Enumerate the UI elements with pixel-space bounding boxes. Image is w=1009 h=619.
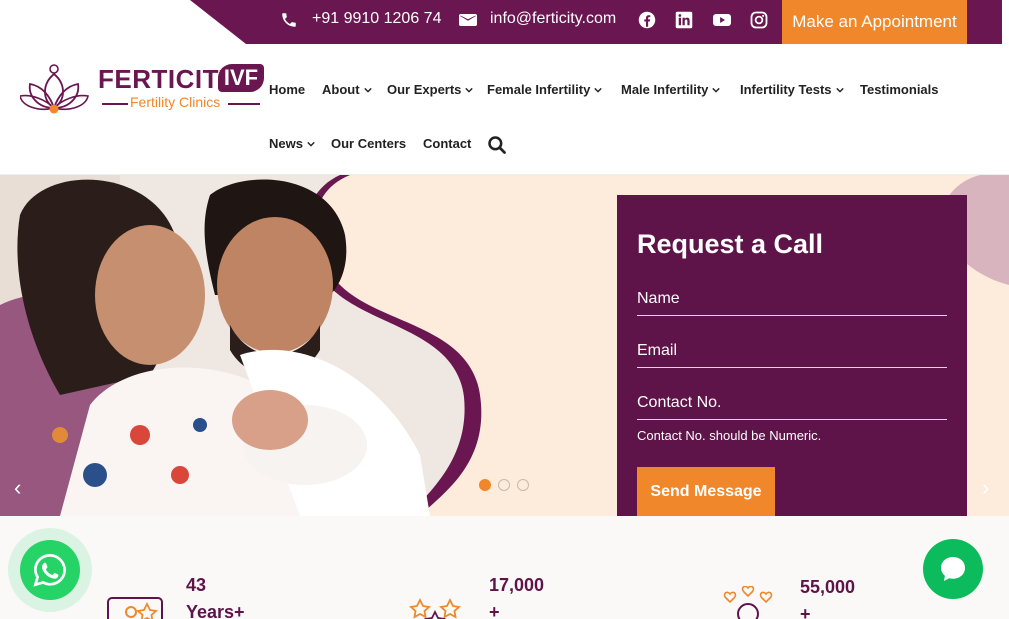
logo-divider (228, 103, 260, 105)
stat-suffix-2: + (489, 602, 500, 619)
nav-testimonials[interactable]: Testimonials (860, 82, 939, 97)
slider-dot-1[interactable] (479, 479, 491, 491)
nav-label: News (269, 136, 303, 151)
instagram-icon[interactable] (750, 11, 768, 29)
linkedin-icon[interactable] (675, 11, 693, 29)
stat-suffix-3: + (800, 604, 811, 619)
happy-families-icon (723, 586, 773, 619)
nav-label: Our Centers (331, 136, 407, 151)
experience-icon (107, 597, 163, 619)
whatsapp-button[interactable] (20, 540, 80, 600)
family-photo (0, 175, 482, 516)
chat-bubble-icon (941, 557, 965, 581)
nav-label: Male Infertility (621, 82, 709, 97)
contact-field[interactable] (637, 386, 947, 420)
name-field[interactable] (637, 282, 947, 316)
email-icon (459, 14, 477, 26)
slider-dot-3[interactable] (517, 479, 529, 491)
stat-number-2: 17,000 (489, 575, 545, 595)
nav-our-centers[interactable]: Our Centers (331, 136, 406, 151)
lotus-logo-icon (20, 64, 89, 114)
whatsapp-icon (33, 554, 66, 587)
rating-stars-icon (408, 597, 462, 619)
stat-suffix-1: Years+ (186, 602, 245, 619)
slider-dots (479, 479, 529, 491)
nav-our-experts[interactable]: Our Experts (387, 82, 474, 97)
chevron-down-icon (594, 87, 603, 93)
request-call-form: Request a Call Contact No. should be Num… (617, 195, 967, 536)
chevron-down-icon (712, 87, 721, 93)
nav-news[interactable]: News (269, 136, 315, 151)
stat-number-3: 55,000 (800, 577, 856, 597)
make-appointment-button[interactable]: Make an Appointment (782, 0, 967, 44)
nav-label: Infertility Tests (740, 82, 832, 97)
nav-male-infertility[interactable]: Male Infertility (621, 82, 721, 97)
contact-validation-note: Contact No. should be Numeric. (637, 428, 822, 443)
nav-label: Testimonials (860, 82, 939, 97)
chevron-down-icon (363, 87, 372, 93)
logo-ivf-badge: IVF (218, 64, 264, 92)
page: +91 9910 1206 74 info@ferticity.com Make… (0, 0, 1009, 619)
nav-contact[interactable]: Contact (423, 136, 471, 151)
search-icon[interactable] (487, 135, 507, 155)
stats-section: 43 Years+ 17,000 + 55,000 + (0, 516, 1009, 619)
youtube-icon[interactable] (712, 11, 732, 29)
facebook-icon[interactable] (638, 11, 656, 29)
nav-label: Female Infertility (487, 82, 591, 97)
nav-infertility-tests[interactable]: Infertility Tests (740, 82, 844, 97)
slider-dot-2[interactable] (498, 479, 510, 491)
logo[interactable]: FERTICITY IVF Fertility Clinics (20, 60, 265, 116)
logo-divider (102, 103, 128, 105)
nav-label: Home (269, 82, 306, 97)
stat-number-1: 43 (186, 575, 207, 595)
nav-label: Our Experts (387, 82, 462, 97)
nav-female-infertility[interactable]: Female Infertility (487, 82, 603, 97)
chevron-down-icon (307, 141, 315, 147)
form-title: Request a Call (637, 229, 824, 259)
phone-icon (282, 13, 296, 27)
nav-label: About (322, 82, 360, 97)
topbar-phone[interactable]: +91 9910 1206 74 (312, 10, 441, 28)
header: FERTICITY IVF Fertility Clinics Home Abo… (0, 44, 1009, 175)
slider-next-arrow[interactable]: › (982, 475, 989, 501)
chat-button[interactable] (923, 539, 983, 599)
nav-home[interactable]: Home (269, 82, 305, 97)
slider-prev-arrow[interactable]: ‹ (14, 475, 21, 501)
chevron-down-icon (465, 87, 474, 93)
logo-wordmark: FERTICITY (98, 64, 237, 94)
email-field[interactable] (637, 334, 947, 368)
send-message-button[interactable]: Send Message (637, 467, 775, 517)
nav-label: Contact (423, 136, 472, 151)
nav-about[interactable]: About (322, 82, 372, 97)
topbar-email[interactable]: info@ferticity.com (490, 10, 616, 28)
logo-tagline: Fertility Clinics (130, 94, 221, 110)
chevron-down-icon (835, 87, 844, 93)
